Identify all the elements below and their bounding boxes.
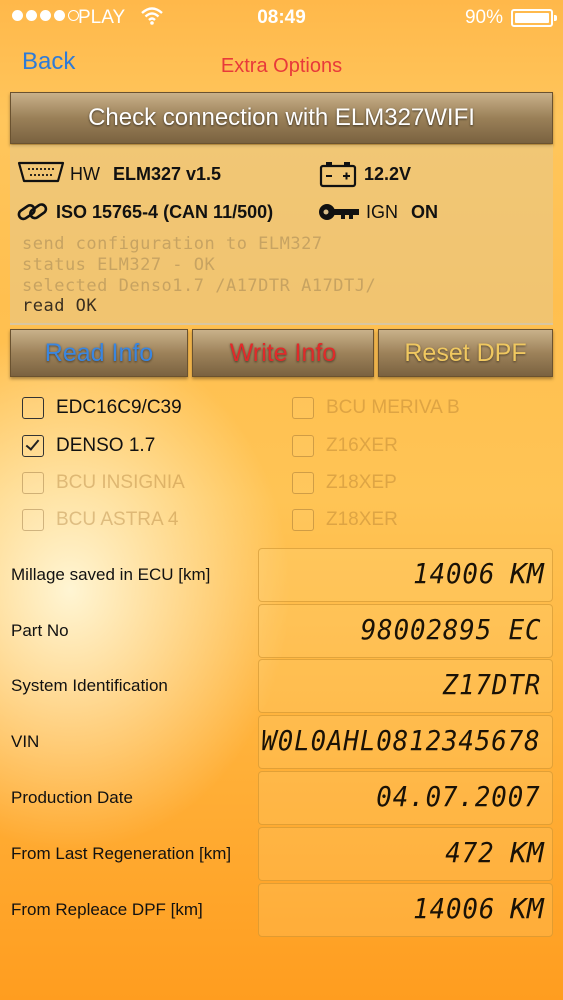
- ecu-option-label: BCU MERIVA B: [326, 397, 460, 418]
- checkbox-checked-icon[interactable]: [22, 435, 44, 457]
- ecu-option-label: EDC16C9/C39: [56, 397, 182, 418]
- ecu-option: BCU INSIGNIA: [22, 472, 185, 494]
- write-info-button[interactable]: Write Info: [192, 329, 374, 377]
- field-value-display: [258, 548, 553, 602]
- ignition-key-icon: [319, 204, 359, 220]
- checkbox-icon: [22, 472, 44, 494]
- ecu-option-label: Z18XEP: [326, 472, 397, 493]
- field-unit: KM: [510, 892, 544, 925]
- check-connection-button[interactable]: Check connection with ELM327WIFI: [10, 92, 553, 144]
- log-line: status ELM327 - OK: [22, 255, 216, 275]
- ign-prefix: IGN: [366, 202, 399, 222]
- checkbox-icon: [22, 509, 44, 531]
- ecu-option: Z18XEP: [292, 472, 397, 494]
- hw-prefix: HW: [70, 164, 100, 184]
- field-label: From Repleace DPF [km]: [11, 900, 203, 919]
- field-value: W0L0AHL0812345678: [261, 724, 541, 757]
- ecu-option: BCU MERIVA B: [292, 397, 460, 419]
- ecu-option-label: DENSO 1.7: [56, 435, 156, 456]
- log-line: read OK: [22, 296, 98, 316]
- ecu-option-label: BCU ASTRA 4: [56, 509, 179, 530]
- link-chain-icon: [17, 203, 48, 221]
- field-value: 98002895 EC: [360, 613, 541, 646]
- field-unit: KM: [510, 836, 544, 869]
- battery-icon: [511, 9, 557, 27]
- field-value-display: [258, 827, 553, 881]
- ecu-option-label: BCU INSIGNIA: [56, 472, 185, 493]
- field-value: 04.07.2007: [376, 780, 541, 813]
- field-value: 14006: [412, 557, 495, 590]
- field-value-display: [258, 883, 553, 937]
- ecu-option[interactable]: DENSO 1.7: [22, 435, 155, 457]
- field-label: Production Date: [11, 788, 133, 807]
- checkbox-icon: [292, 397, 314, 419]
- ecu-option[interactable]: EDC16C9/C39: [22, 397, 182, 419]
- ecu-option-label: Z16XER: [326, 435, 398, 456]
- log-line: selected Denso1.7 /A17DTR A17DTJ/: [22, 276, 377, 296]
- reset-dpf-button[interactable]: Reset DPF: [378, 329, 553, 377]
- status-bar: PLAY 08:49 90%: [0, 0, 563, 36]
- field-label: VIN: [11, 732, 40, 751]
- read-info-button[interactable]: Read Info: [10, 329, 188, 377]
- field-value: Z17DTR: [442, 668, 541, 701]
- checkbox-icon: [292, 472, 314, 494]
- ecu-option-label: Z18XER: [326, 509, 398, 530]
- field-unit: KM: [510, 557, 544, 590]
- ecu-option: BCU ASTRA 4: [22, 509, 179, 531]
- ign-status: ON: [411, 202, 438, 222]
- log-line: send configuration to ELM327: [22, 234, 323, 254]
- obd-connector-icon: [17, 161, 65, 183]
- field-label: From Last Regeneration [km]: [11, 844, 232, 863]
- field-label: Part No: [11, 621, 69, 640]
- checkbox-icon[interactable]: [22, 397, 44, 419]
- voltage-value: 12.2V: [364, 164, 412, 184]
- protocol-value: ISO 15765-4 (CAN 11/500): [56, 202, 274, 222]
- field-value: 14006: [412, 892, 495, 925]
- checkbox-icon: [292, 435, 314, 457]
- connection-info-panel: HW ELM327 v1.5 12.2V ISO 15765-4 (CAN 11…: [10, 145, 553, 325]
- hw-version: ELM327 v1.5: [113, 164, 222, 184]
- battery-voltage-icon: [319, 162, 357, 188]
- ecu-option: Z18XER: [292, 509, 398, 531]
- battery-percentage: 90%: [464, 7, 503, 28]
- field-label: System Identification: [11, 676, 168, 695]
- field-label: Millage saved in ECU [km]: [11, 565, 211, 584]
- ecu-option: Z16XER: [292, 435, 398, 457]
- field-value: 472: [445, 836, 495, 869]
- checkbox-icon: [292, 509, 314, 531]
- page-title: Extra Options: [220, 55, 343, 77]
